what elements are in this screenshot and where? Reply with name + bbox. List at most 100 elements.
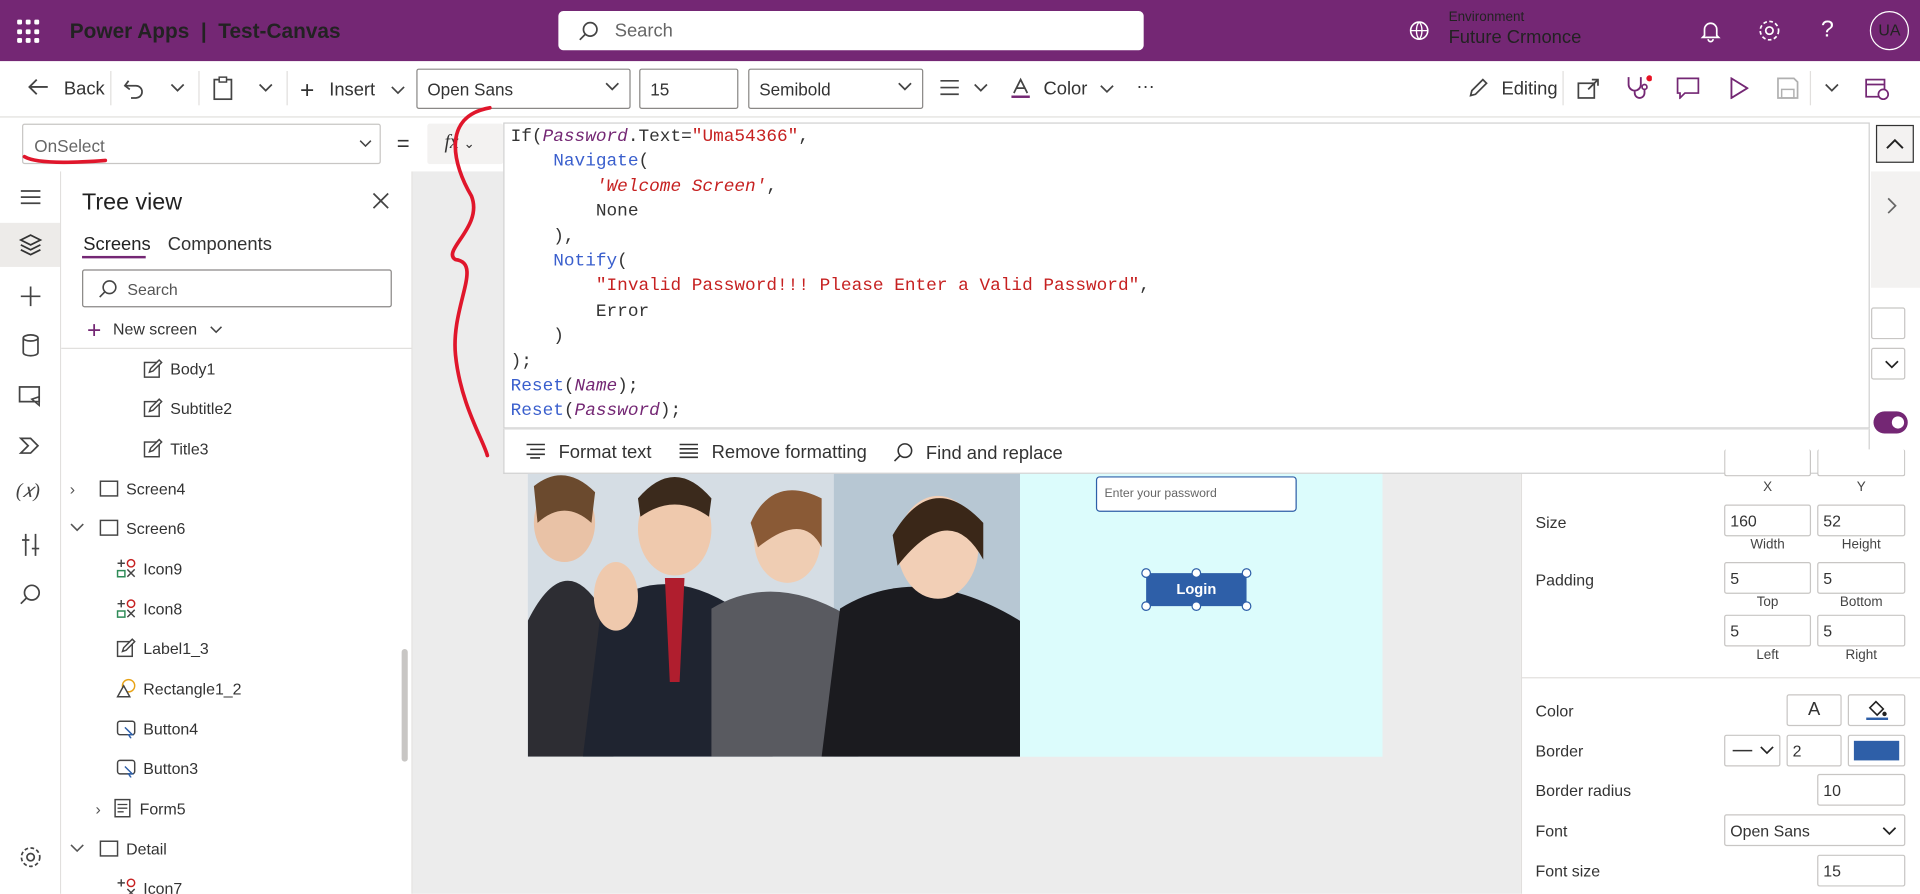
x-input[interactable] [1724, 449, 1812, 477]
password-input[interactable]: Enter your password [1095, 476, 1297, 512]
tree-scrollbar[interactable] [401, 648, 408, 762]
chevron-down-icon[interactable] [1825, 83, 1840, 93]
code-line-9: ) [510, 327, 564, 347]
formula-editor[interactable]: If(Password.Text="Uma54366", Navigate( '… [503, 122, 1870, 429]
padding-left-input[interactable]: 5 [1724, 614, 1812, 647]
font-size-prop-input[interactable]: 15 [1817, 854, 1906, 887]
tree-search-input[interactable]: Search [82, 269, 392, 308]
fill-color-picker[interactable] [1847, 694, 1906, 727]
comments-icon[interactable] [1676, 77, 1700, 100]
chevron-right-icon[interactable]: › [96, 800, 113, 818]
chevron-right-icon[interactable]: › [70, 480, 92, 498]
font-size-input[interactable]: 15 [639, 68, 739, 109]
settings-gear-icon[interactable] [1756, 17, 1783, 44]
avatar[interactable]: UA [1869, 11, 1909, 51]
border-radius-input[interactable]: 10 [1817, 773, 1906, 806]
help-icon[interactable]: ? [1821, 17, 1834, 44]
resize-handle[interactable] [1241, 601, 1252, 612]
padding-bottom-input[interactable]: 5 [1817, 562, 1906, 594]
resize-handle[interactable] [1241, 568, 1252, 578]
tree-node-button3[interactable]: Button3 [116, 758, 198, 785]
resize-handle[interactable] [1191, 601, 1202, 612]
paste-icon[interactable] [212, 76, 234, 101]
border-width-input[interactable]: 2 [1786, 734, 1842, 767]
tab-components[interactable]: Components [168, 234, 272, 255]
tree-node-title3[interactable]: Title3 [143, 438, 209, 465]
editing-mode-button[interactable]: Editing [1468, 77, 1558, 99]
visible-toggle[interactable] [1873, 411, 1908, 434]
publish-icon[interactable] [1865, 76, 1890, 101]
resize-handle[interactable] [1141, 568, 1152, 578]
search-icon[interactable] [17, 582, 44, 609]
left-label: Left [1756, 647, 1779, 663]
tree-node-subtitle2[interactable]: Subtitle2 [143, 398, 232, 425]
tree-node-label1-3[interactable]: Label1_3 [116, 638, 209, 665]
tree-node-screen6[interactable]: Screen6 [70, 518, 185, 545]
text-color-picker[interactable]: A [1786, 694, 1842, 727]
tree-node-icon9[interactable]: Icon9 [116, 558, 182, 585]
tree-node-detail[interactable]: Detail [70, 839, 167, 866]
tree-node-screen4[interactable]: › Screen4 [70, 479, 186, 506]
width-input[interactable]: 160 [1724, 504, 1812, 537]
height-input[interactable]: 52 [1817, 504, 1906, 537]
tree-view-layers-icon[interactable] [17, 231, 44, 258]
app-launcher-icon[interactable] [17, 19, 41, 44]
text-align-icon[interactable] [939, 78, 960, 96]
font-dropdown[interactable]: Open Sans [1724, 814, 1906, 847]
power-automate-icon[interactable] [17, 432, 44, 459]
chevron-down-icon[interactable] [170, 83, 185, 93]
tab-screens[interactable]: Screens [83, 234, 150, 255]
more-options-button[interactable]: ··· [1136, 76, 1154, 97]
resize-handle[interactable] [1191, 568, 1202, 578]
tree-node-label: Rectangle1_2 [143, 679, 242, 698]
fx-button[interactable]: fx ⌄ [427, 123, 504, 165]
padding-top-input[interactable]: 5 [1724, 562, 1812, 594]
chevron-down-icon[interactable] [973, 83, 988, 93]
property-dropdown-partial[interactable] [1871, 347, 1906, 380]
app-checker-stethoscope-icon[interactable] [1625, 75, 1652, 102]
chevron-down-icon[interactable] [70, 844, 85, 854]
close-icon[interactable] [371, 191, 391, 211]
tree-node-icon7[interactable]: Icon7 [116, 878, 182, 894]
font-weight-dropdown[interactable]: Semibold [748, 68, 924, 109]
data-database-icon[interactable] [17, 332, 44, 359]
tree-node-icon8[interactable]: Icon8 [116, 599, 182, 626]
color-button[interactable]: Color [1010, 77, 1114, 99]
remove-formatting-button[interactable]: Remove formatting [678, 442, 867, 463]
share-icon[interactable] [1577, 77, 1600, 99]
media-icon[interactable] [17, 382, 44, 409]
border-color-picker[interactable] [1847, 734, 1906, 767]
play-preview-icon[interactable] [1729, 77, 1749, 100]
global-search-input[interactable]: Search [558, 11, 1144, 51]
chevron-right-icon[interactable] [1886, 196, 1898, 216]
find-replace-button[interactable]: Find and replace [893, 442, 1063, 464]
hamburger-menu-icon[interactable] [17, 184, 44, 211]
border-style-dropdown[interactable] [1724, 734, 1781, 767]
chevron-down-icon[interactable] [70, 523, 85, 533]
insert-button[interactable]: + Insert [300, 77, 405, 105]
tree-node-form5[interactable]: › Form5 [96, 798, 186, 825]
environment-name[interactable]: Future Crmonce [1449, 27, 1582, 48]
font-family-dropdown[interactable]: Open Sans [416, 68, 631, 109]
save-icon[interactable] [1777, 77, 1799, 99]
back-button[interactable]: Back [27, 77, 105, 99]
property-text-input[interactable] [1871, 307, 1906, 340]
advanced-tools-icon[interactable] [17, 531, 44, 558]
tree-node-rectangle1-2[interactable]: Rectangle1_2 [116, 678, 242, 705]
notifications-bell-icon[interactable] [1697, 17, 1724, 44]
insert-plus-icon[interactable] [17, 283, 44, 310]
resize-handle[interactable] [1141, 601, 1152, 612]
undo-icon[interactable] [122, 77, 144, 99]
format-text-button[interactable]: Format text [525, 442, 651, 463]
environment-icon[interactable] [1408, 20, 1430, 42]
property-dropdown[interactable]: OnSelect [22, 123, 381, 165]
y-input[interactable] [1817, 449, 1906, 477]
collapse-formula-button[interactable] [1875, 124, 1914, 163]
tree-node-button4[interactable]: Button4 [116, 719, 198, 746]
settings-gear-icon[interactable] [17, 844, 44, 871]
variables-icon[interactable]: (𝑥) [16, 481, 40, 503]
tree-node-body1[interactable]: Body1 [143, 358, 215, 386]
new-screen-button[interactable]: + New screen [87, 317, 222, 345]
padding-right-input[interactable]: 5 [1817, 614, 1906, 647]
chevron-down-icon[interactable] [258, 83, 273, 93]
